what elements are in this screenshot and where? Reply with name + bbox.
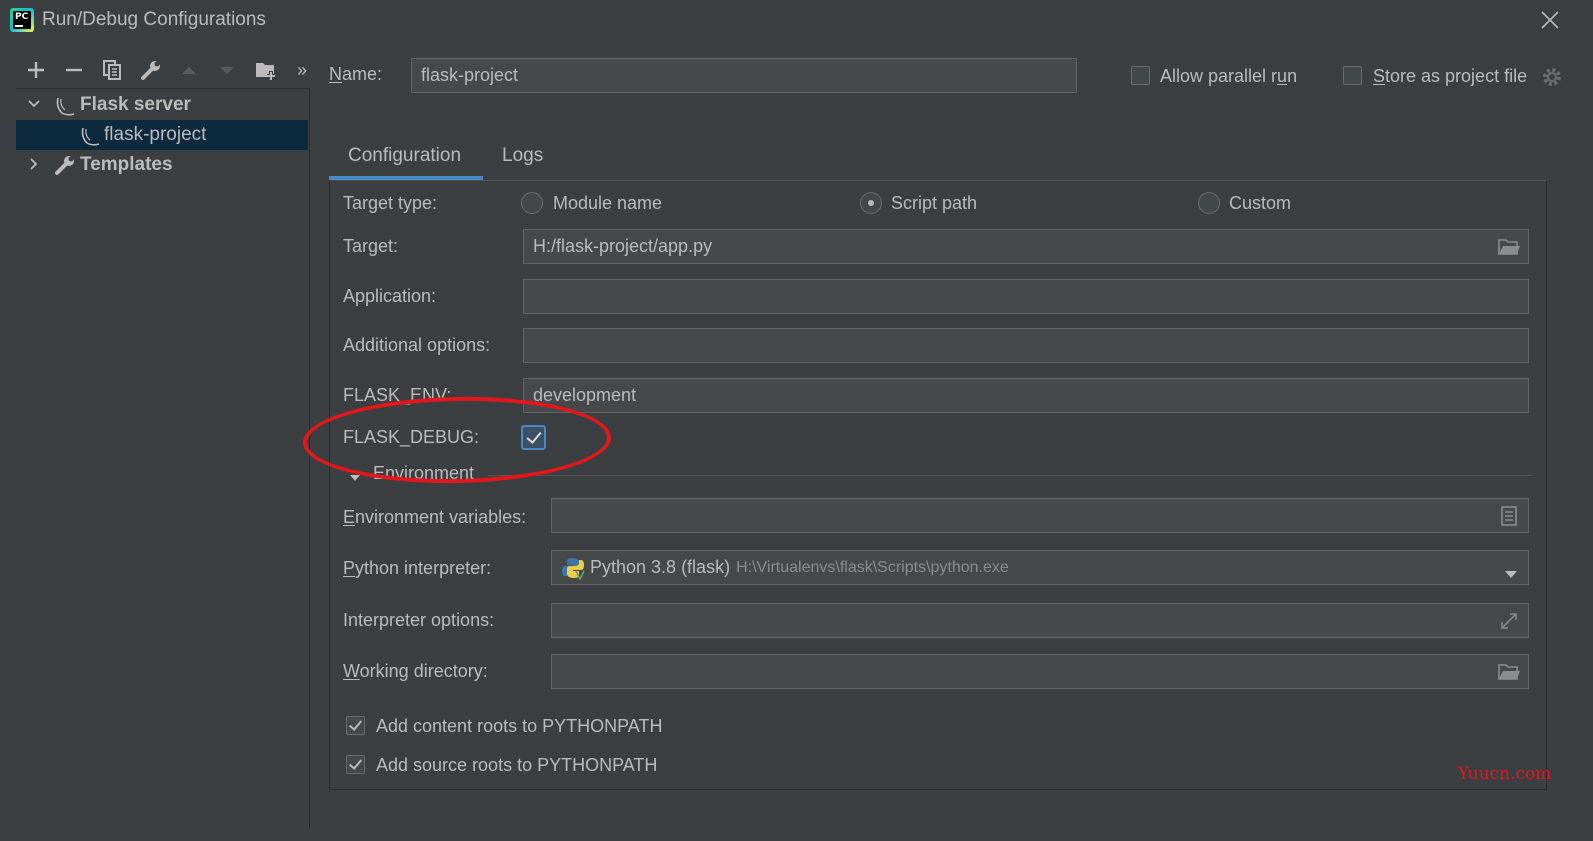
tree-group-label: Templates (80, 154, 173, 175)
chevron-right-icon[interactable] (26, 156, 42, 177)
new-folder-icon[interactable] (254, 58, 278, 82)
target-label: Target: (343, 236, 399, 256)
python-interpreter-select[interactable]: Python 3.8 (flask) H:\Virtualenvs\flask\… (551, 550, 1529, 585)
python-icon (561, 556, 585, 580)
radio-module-name-label: Module name (553, 193, 663, 213)
more-icon[interactable]: » (290, 58, 314, 82)
copy-icon[interactable] (100, 58, 124, 82)
expand-icon[interactable] (1498, 611, 1520, 631)
target-value: H:/flask-project/app.py (533, 236, 713, 256)
move-up-icon[interactable] (177, 58, 201, 82)
working-directory-label: Working directory: (343, 661, 488, 681)
tab-logs[interactable]: Logs (502, 145, 543, 167)
application-input[interactable] (523, 279, 1529, 314)
store-as-project-file-label: Store as project file (1373, 66, 1528, 86)
vertical-scrollbar[interactable] (1549, 110, 1563, 810)
tree-group-flask-server[interactable]: Flask server (16, 90, 308, 120)
flask-icon (79, 125, 101, 152)
application-label: Application: (343, 286, 437, 306)
remove-icon[interactable] (62, 58, 86, 82)
flask-env-input[interactable]: development (523, 378, 1529, 413)
interpreter-options-label: Interpreter options: (343, 610, 495, 630)
additional-options-input[interactable] (523, 328, 1529, 363)
edit-list-icon[interactable] (1498, 506, 1520, 526)
flask-debug-label: FLASK_DEBUG: (343, 427, 480, 447)
wrench-icon[interactable] (139, 58, 163, 82)
add-source-roots-label: Add source roots to PYTHONPATH (376, 755, 658, 775)
section-divider (488, 475, 1533, 476)
tree-item-label: flask-project (104, 124, 207, 145)
python-interpreter-label: Python interpreter: (343, 558, 492, 578)
tree-item-flask-project[interactable]: flask-project (16, 120, 308, 150)
pycharm-icon: PC (10, 8, 34, 32)
flask-env-label: FLASK_ENV: (343, 385, 452, 405)
tree-group-templates[interactable]: Templates (16, 150, 308, 180)
additional-options-label: Additional options: (343, 335, 491, 355)
environment-variables-label: Environment variables: (343, 507, 527, 527)
python-interpreter-path: H:\Virtualenvs\flask\Scripts\python.exe (736, 558, 1009, 576)
close-icon[interactable] (1536, 6, 1564, 34)
tab-configuration[interactable]: Configuration (329, 138, 483, 180)
chevron-down-icon (349, 468, 361, 489)
radio-custom-label: Custom (1229, 193, 1292, 213)
flask-debug-checkbox[interactable] (521, 425, 546, 450)
store-as-project-file-checkbox[interactable] (1343, 66, 1362, 85)
environment-variables-field[interactable] (551, 498, 1529, 533)
working-directory-field[interactable] (551, 654, 1529, 689)
folder-icon[interactable] (1498, 237, 1520, 257)
tab-label: Configuration (348, 145, 462, 166)
wrench-icon (54, 154, 76, 181)
tree-group-label: Flask server (80, 94, 191, 115)
allow-parallel-run-checkbox[interactable] (1131, 66, 1150, 85)
flask-icon (54, 95, 76, 122)
target-type-label: Target type: (343, 193, 438, 213)
configuration-panel (329, 180, 1547, 790)
radio-script-path-label: Script path (891, 193, 978, 213)
add-content-roots-checkbox[interactable] (346, 716, 365, 735)
allow-parallel-run-label: Allow parallel run (1160, 66, 1298, 86)
add-source-roots-checkbox[interactable] (346, 755, 365, 774)
configuration-tree: Flask server flask-project Templates (16, 88, 310, 828)
radio-script-path[interactable] (860, 192, 882, 214)
add-icon[interactable] (24, 58, 48, 82)
environment-section-label: Environment (373, 463, 475, 483)
window-title: Run/Debug Configurations (42, 9, 266, 30)
chevron-down-icon[interactable] (26, 96, 42, 117)
radio-custom[interactable] (1198, 192, 1220, 214)
name-input[interactable] (411, 58, 1077, 93)
gear-icon[interactable] (1541, 66, 1563, 93)
watermark: Yuucn.com (1458, 764, 1552, 784)
interpreter-options-field[interactable] (551, 603, 1529, 638)
name-label: Name: (329, 64, 383, 84)
radio-module-name[interactable] (521, 192, 543, 214)
move-down-icon[interactable] (215, 58, 239, 82)
folder-icon[interactable] (1498, 662, 1520, 682)
add-content-roots-label: Add content roots to PYTHONPATH (376, 716, 663, 736)
target-field[interactable]: H:/flask-project/app.py (523, 229, 1529, 264)
python-interpreter-name: Python 3.8 (flask) (590, 557, 731, 577)
dropdown-arrow-icon[interactable] (1504, 564, 1518, 585)
